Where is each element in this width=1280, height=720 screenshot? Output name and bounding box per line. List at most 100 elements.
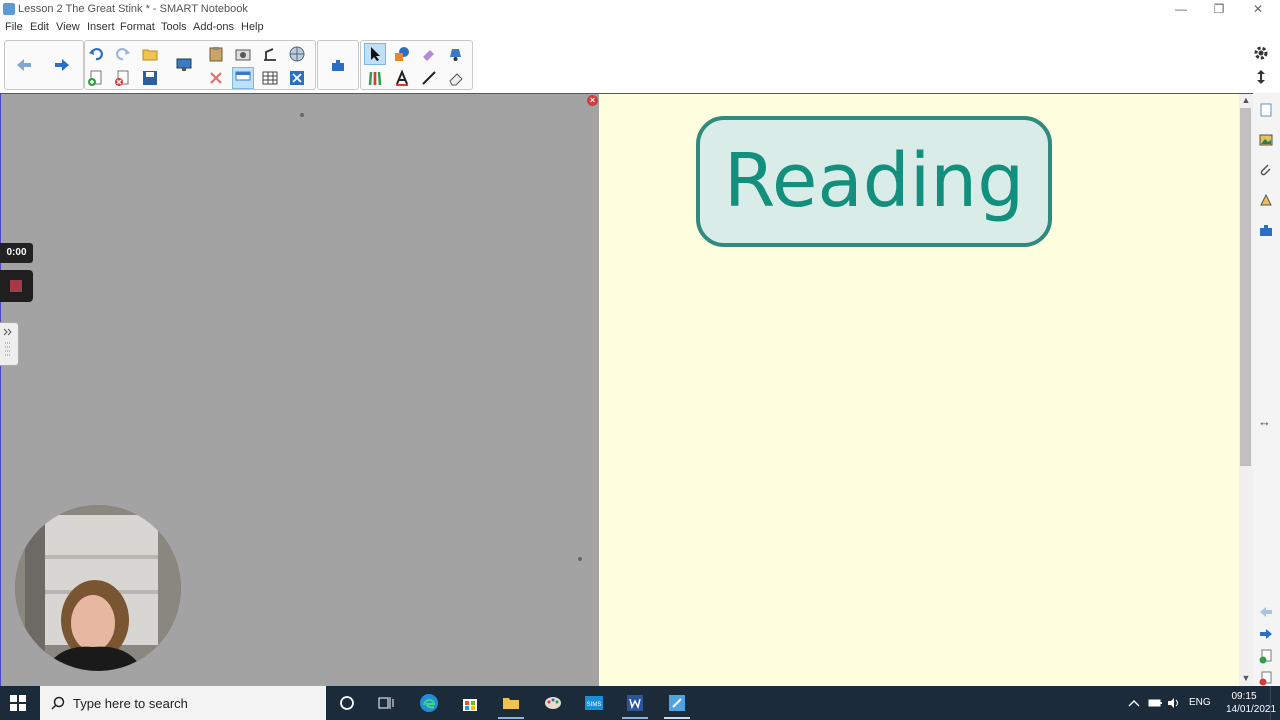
properties-tab[interactable] bbox=[1256, 188, 1276, 212]
fill-tool-button[interactable] bbox=[445, 43, 467, 65]
close-shade-icon[interactable]: × bbox=[587, 95, 598, 106]
scroll-down-button[interactable]: ▼ bbox=[1240, 673, 1252, 683]
reading-title-box[interactable]: Reading bbox=[696, 116, 1052, 247]
text-tool-button[interactable] bbox=[391, 67, 413, 89]
smart-notebook-app-icon bbox=[3, 3, 15, 15]
settings-button[interactable] bbox=[1250, 42, 1272, 64]
save-button[interactable] bbox=[139, 67, 161, 89]
edge-button[interactable] bbox=[419, 693, 439, 713]
close-window-button[interactable]: ✕ bbox=[1238, 0, 1278, 19]
table-button[interactable] bbox=[259, 67, 281, 89]
select-tool-button[interactable] bbox=[364, 43, 386, 65]
smart-notebook-taskbar-button[interactable] bbox=[667, 693, 687, 713]
eraser-pen-icon bbox=[423, 50, 434, 61]
line-tool-button[interactable] bbox=[418, 67, 440, 89]
clock[interactable]: 09:15 14/01/2021 bbox=[1226, 690, 1276, 716]
tray-chevron-up-icon[interactable] bbox=[1128, 698, 1140, 708]
minimize-button[interactable]: — bbox=[1161, 0, 1201, 19]
word-button[interactable] bbox=[625, 693, 645, 713]
attachments-tab[interactable] bbox=[1256, 158, 1276, 182]
active-app-indicator bbox=[622, 717, 648, 719]
page-sorter-tab[interactable] bbox=[1256, 98, 1276, 122]
magic-pen-button[interactable] bbox=[418, 43, 440, 65]
gallery-tab[interactable] bbox=[1256, 128, 1276, 152]
close-box-icon bbox=[290, 71, 304, 85]
toolbar-move-button[interactable] bbox=[1250, 66, 1272, 88]
shade-handle-dot[interactable] bbox=[300, 113, 304, 117]
eraser-tool-button[interactable] bbox=[445, 67, 467, 89]
add-page-side-button[interactable] bbox=[1256, 644, 1276, 668]
battery-icon[interactable] bbox=[1148, 697, 1162, 709]
menu-add-ons[interactable]: Add-ons bbox=[193, 21, 234, 33]
screen-capture-button[interactable] bbox=[232, 43, 254, 65]
globe-icon bbox=[289, 46, 305, 62]
restore-button[interactable]: ❐ bbox=[1199, 0, 1239, 19]
language-indicator[interactable]: ENG bbox=[1189, 697, 1211, 708]
undo-button[interactable] bbox=[85, 43, 107, 65]
menu-tools[interactable]: Tools bbox=[161, 21, 187, 33]
taskbar-search-box[interactable]: Type here to search bbox=[40, 686, 326, 720]
add-page-icon bbox=[1259, 649, 1272, 664]
svg-text:SIMS: SIMS bbox=[587, 702, 602, 708]
add-page-button[interactable] bbox=[85, 67, 107, 89]
open-file-button[interactable] bbox=[139, 43, 161, 65]
arrow-right-icon bbox=[1260, 629, 1272, 639]
task-view-button[interactable] bbox=[376, 693, 396, 713]
menu-view[interactable]: View bbox=[56, 21, 80, 33]
image-icon bbox=[1259, 134, 1273, 146]
shapes-tool-button[interactable] bbox=[391, 43, 413, 65]
properties-button[interactable] bbox=[286, 67, 308, 89]
previous-page-button[interactable] bbox=[13, 54, 35, 76]
show-desktop-button[interactable] bbox=[1270, 686, 1280, 720]
paste-button[interactable] bbox=[205, 43, 227, 65]
volume-icon[interactable] bbox=[1166, 696, 1180, 710]
scroll-up-button[interactable]: ▲ bbox=[1240, 95, 1252, 105]
tools-group bbox=[360, 40, 473, 90]
camera-icon bbox=[235, 49, 251, 61]
folder-open-icon bbox=[142, 49, 158, 61]
menu-help[interactable]: Help bbox=[241, 21, 264, 33]
active-app-indicator bbox=[498, 717, 524, 719]
next-page-button[interactable] bbox=[51, 54, 73, 76]
stop-recording-button[interactable] bbox=[0, 270, 33, 302]
side-panel-handle[interactable] bbox=[0, 322, 19, 366]
next-page-side-button[interactable] bbox=[1256, 622, 1276, 646]
add-ons-tab[interactable] bbox=[1256, 218, 1276, 242]
store-button[interactable] bbox=[460, 693, 480, 713]
toolbar bbox=[0, 37, 1280, 93]
resize-sidebar-icon[interactable]: ↔ bbox=[1258, 414, 1271, 429]
search-icon bbox=[51, 696, 65, 710]
scrollbar-thumb[interactable] bbox=[1240, 108, 1251, 466]
menu-format[interactable]: Format bbox=[120, 21, 155, 33]
fill-icon bbox=[450, 49, 461, 61]
delete-page-button[interactable] bbox=[112, 67, 134, 89]
previous-page-side-button[interactable] bbox=[1256, 600, 1276, 624]
delete-button[interactable] bbox=[205, 67, 227, 89]
response-button[interactable] bbox=[286, 43, 308, 65]
document-camera-button[interactable] bbox=[259, 43, 281, 65]
recording-timer: 0:00 bbox=[0, 243, 33, 263]
file-explorer-button[interactable] bbox=[501, 693, 521, 713]
redo-icon bbox=[116, 48, 130, 61]
display-button[interactable] bbox=[173, 54, 195, 76]
windows-start-icon[interactable] bbox=[10, 695, 26, 711]
menu-edit[interactable]: Edit bbox=[30, 21, 49, 33]
arrow-left-icon bbox=[1260, 607, 1272, 617]
edit-group bbox=[84, 40, 316, 90]
menu-file[interactable]: File bbox=[5, 21, 23, 33]
delete-page-icon bbox=[115, 70, 129, 86]
monitor-icon bbox=[176, 58, 192, 71]
shade-handle-dot[interactable] bbox=[578, 557, 582, 561]
sims-app-button[interactable]: SIMS bbox=[584, 693, 604, 713]
screen-shade-button[interactable] bbox=[232, 67, 254, 89]
pens-tool-button[interactable] bbox=[364, 67, 386, 89]
redo-button[interactable] bbox=[112, 43, 134, 65]
window-title: Lesson 2 The Great Stink * - SMART Noteb… bbox=[18, 3, 248, 15]
paint-app-button[interactable] bbox=[543, 693, 563, 713]
cortana-circle-icon bbox=[340, 696, 354, 710]
menu-insert[interactable]: Insert bbox=[87, 21, 115, 33]
palette-icon bbox=[545, 697, 561, 709]
smart-notebook-icon bbox=[669, 695, 685, 711]
cortana-button[interactable] bbox=[337, 693, 357, 713]
add-ons-button[interactable] bbox=[327, 54, 349, 76]
